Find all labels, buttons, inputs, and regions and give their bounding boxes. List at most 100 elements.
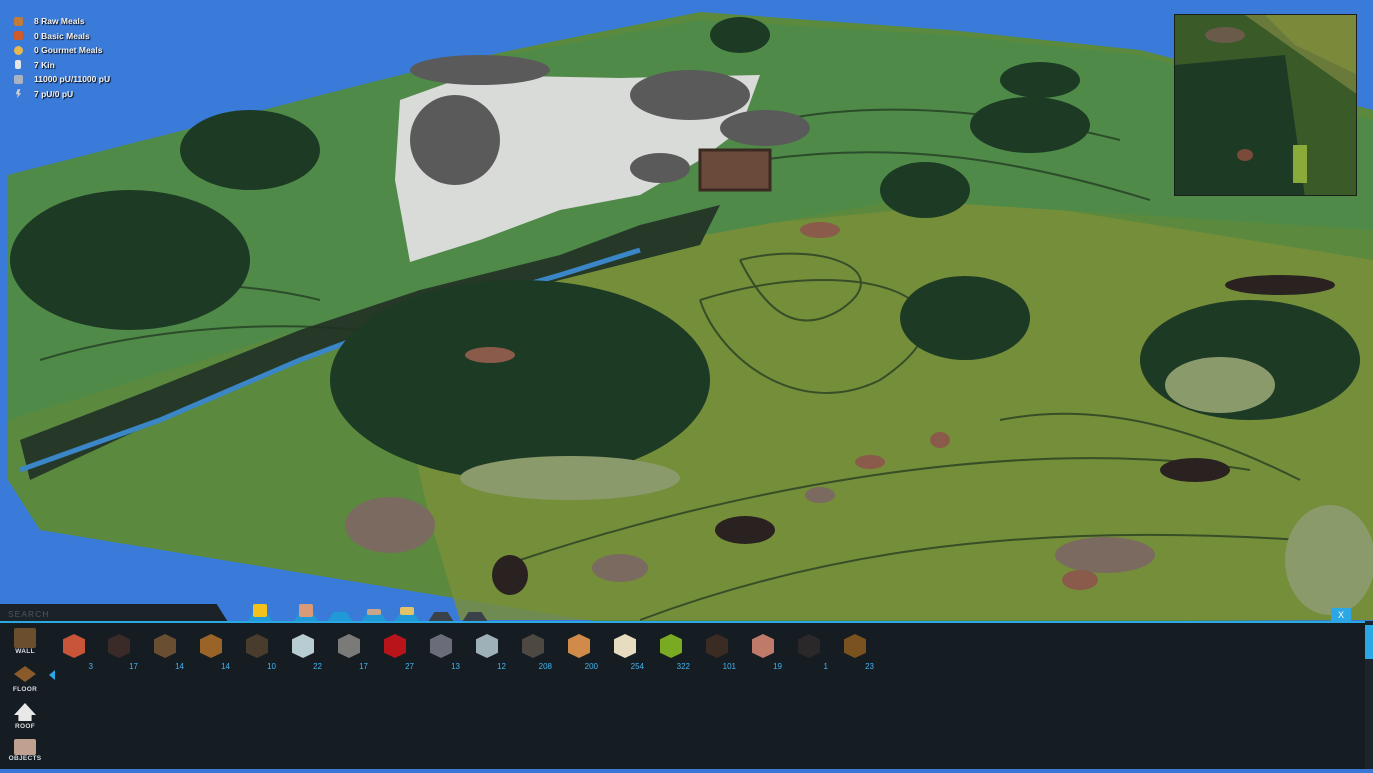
material-cube-icon bbox=[430, 634, 452, 658]
material-count: 208 bbox=[538, 662, 552, 671]
material-slot[interactable]: 27 bbox=[376, 629, 416, 671]
material-slot[interactable]: 13 bbox=[422, 629, 462, 671]
roof-icon bbox=[14, 703, 36, 721]
hud-basic-meals-text: 0 Basic Meals bbox=[34, 30, 90, 41]
material-slot[interactable]: 14 bbox=[146, 629, 186, 671]
material-cube-icon bbox=[522, 634, 544, 658]
category-objects-label: Objects bbox=[8, 755, 42, 762]
material-slot[interactable]: 17 bbox=[100, 629, 140, 671]
objects-icon bbox=[14, 739, 36, 755]
category-wall[interactable]: Wall bbox=[4, 628, 46, 662]
material-cube-icon bbox=[384, 634, 406, 658]
material-slot[interactable]: 1 bbox=[790, 629, 830, 671]
material-cube-icon bbox=[752, 634, 774, 658]
material-cube-icon bbox=[844, 634, 866, 658]
category-floor[interactable]: Floor bbox=[4, 666, 46, 700]
material-count: 1 bbox=[823, 662, 828, 671]
power-usage-icon bbox=[15, 89, 22, 99]
minimap[interactable]: - + bbox=[1174, 14, 1357, 196]
hud-basic-meals: 0 Basic Meals bbox=[14, 29, 110, 44]
hud-raw-meals-text: 8 Raw Meals bbox=[34, 16, 85, 27]
material-cube-icon bbox=[476, 634, 498, 658]
category-wall-label: Wall bbox=[15, 648, 35, 655]
colony-building[interactable] bbox=[698, 148, 772, 192]
hud-gourmet-meals: 0 Gourmet Meals bbox=[14, 43, 110, 58]
material-slot[interactable]: 22 bbox=[284, 629, 324, 671]
kin-icon bbox=[15, 60, 21, 70]
material-cube-icon bbox=[63, 634, 85, 658]
material-cube-icon bbox=[200, 634, 222, 658]
wall-cube-icon bbox=[14, 628, 36, 648]
material-slot[interactable]: 3 bbox=[55, 629, 95, 671]
tab-machines[interactable] bbox=[247, 604, 273, 622]
raw-meal-icon bbox=[14, 16, 23, 26]
material-count: 10 bbox=[267, 662, 276, 671]
machine-icon bbox=[253, 604, 267, 617]
hud-raw-meals: 8 Raw Meals bbox=[14, 14, 110, 29]
material-cube-icon bbox=[154, 634, 176, 658]
tab-planks[interactable] bbox=[361, 604, 387, 622]
tab-blank[interactable] bbox=[327, 604, 353, 622]
material-slot[interactable]: 200 bbox=[560, 629, 600, 671]
planks-icon bbox=[367, 609, 381, 615]
category-objects[interactable]: Objects bbox=[4, 739, 46, 773]
material-count: 13 bbox=[451, 662, 460, 671]
material-cube-icon bbox=[614, 634, 636, 658]
hud-power-usage: 7 pU/0 pU bbox=[14, 87, 110, 102]
material-count: 322 bbox=[676, 662, 690, 671]
material-slot[interactable]: 23 bbox=[836, 629, 876, 671]
material-count: 22 bbox=[313, 662, 322, 671]
material-cube-icon bbox=[706, 634, 728, 658]
tab-tools[interactable] bbox=[394, 604, 420, 622]
material-slot[interactable]: 10 bbox=[238, 629, 278, 671]
hud-kin: 7 Kin bbox=[14, 58, 110, 73]
hud-gourmet-meals-text: 0 Gourmet Meals bbox=[34, 45, 103, 56]
material-count: 12 bbox=[497, 662, 506, 671]
search-input[interactable] bbox=[6, 606, 210, 622]
tab-inactive-2[interactable] bbox=[462, 604, 488, 622]
material-count: 254 bbox=[630, 662, 644, 671]
material-count: 3 bbox=[88, 662, 93, 671]
minimap-terrain bbox=[1175, 15, 1356, 195]
selected-category-indicator bbox=[49, 670, 55, 680]
category-floor-label: Floor bbox=[12, 686, 38, 693]
stone-blocks-icon bbox=[299, 604, 313, 617]
material-cube-icon bbox=[338, 634, 360, 658]
hud-power-storage: 11000 pU/11000 pU bbox=[14, 72, 110, 87]
material-count: 101 bbox=[722, 662, 736, 671]
material-slot[interactable]: 17 bbox=[330, 629, 370, 671]
material-count: 17 bbox=[359, 662, 368, 671]
material-slot[interactable]: 14 bbox=[192, 629, 232, 671]
material-count: 14 bbox=[221, 662, 230, 671]
material-cube-icon bbox=[660, 634, 682, 658]
hud-power-storage-text: 11000 pU/11000 pU bbox=[34, 74, 111, 85]
material-slot[interactable]: 322 bbox=[652, 629, 692, 671]
material-count: 23 bbox=[865, 662, 874, 671]
material-count: 14 bbox=[175, 662, 184, 671]
close-build-bar-button[interactable]: X bbox=[1331, 608, 1351, 622]
material-slot[interactable]: 208 bbox=[514, 629, 554, 671]
floor-tile-icon bbox=[14, 666, 36, 682]
power-storage-icon bbox=[14, 74, 23, 84]
material-slot[interactable]: 101 bbox=[698, 629, 738, 671]
hud-power-usage-text: 7 pU/0 pU bbox=[34, 88, 74, 99]
material-slot[interactable]: 12 bbox=[468, 629, 508, 671]
material-cube-icon bbox=[798, 634, 820, 658]
material-slot[interactable]: 254 bbox=[606, 629, 646, 671]
material-cube-icon bbox=[246, 634, 268, 658]
tab-stone[interactable] bbox=[293, 604, 319, 622]
gourmet-meal-icon bbox=[14, 45, 23, 55]
basic-meal-icon bbox=[14, 31, 23, 41]
category-roof-label: Roof bbox=[15, 723, 35, 730]
panel-scrollbar-thumb[interactable] bbox=[1365, 625, 1373, 659]
category-roof[interactable]: Roof bbox=[4, 703, 46, 737]
resource-hud: 8 Raw Meals 0 Basic Meals 0 Gourmet Meal… bbox=[14, 14, 110, 101]
material-count: 19 bbox=[773, 662, 782, 671]
material-slot[interactable]: 19 bbox=[744, 629, 784, 671]
tools-icon bbox=[400, 607, 414, 615]
material-count: 200 bbox=[584, 662, 598, 671]
tab-inactive-1[interactable] bbox=[428, 604, 454, 622]
material-cube-icon bbox=[108, 634, 130, 658]
material-count: 17 bbox=[129, 662, 138, 671]
hud-kin-text: 7 Kin bbox=[34, 59, 55, 70]
